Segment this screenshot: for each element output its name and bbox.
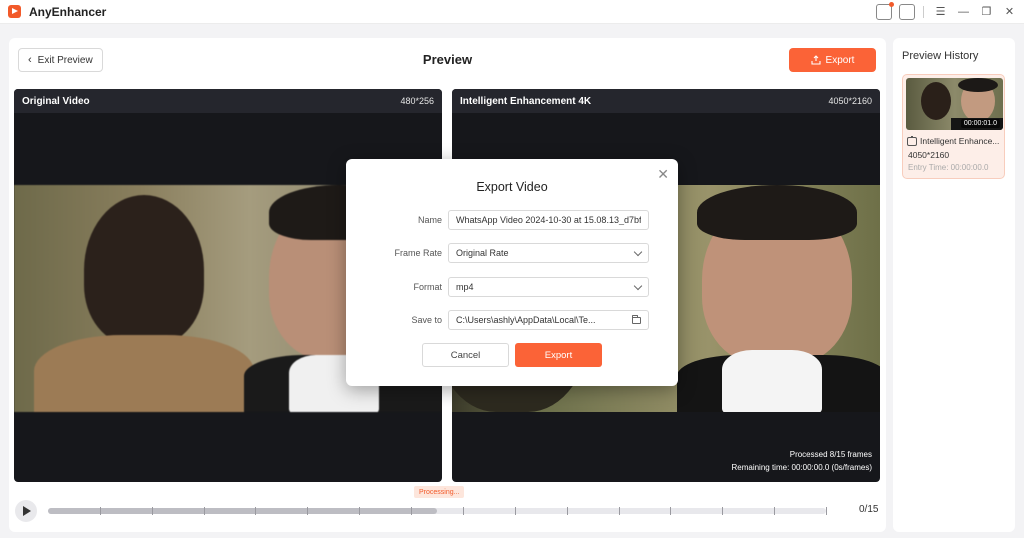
feedback-icon: [875, 1, 894, 20]
history-item-resolution: 4050*2160: [908, 150, 950, 160]
feedback-button[interactable]: [875, 1, 894, 20]
timeline-tick: [515, 507, 516, 515]
history-item[interactable]: 00:00:01.0 Intelligent Enhance... 4050*2…: [902, 74, 1005, 179]
save-to-value: C:\Users\ashly\AppData\Local\Te...: [456, 315, 596, 325]
processing-info: Processed 8/15 frames Remaining time: 00…: [731, 448, 872, 474]
enhanced-video-resolution: 4050*2160: [828, 96, 872, 106]
app-name: AnyEnhancer: [29, 4, 107, 19]
menu-icon: ☰: [935, 6, 946, 18]
user-icon: [898, 3, 915, 20]
remaining-time-text: Remaining time: 00:00:00.0 (0s/frames): [731, 463, 872, 472]
timeline-tick: [152, 507, 153, 515]
minimize-icon: —: [958, 5, 969, 18]
frame-rate-row: Frame Rate Original Rate: [346, 243, 678, 263]
enhanced-video-title: Intelligent Enhancement 4K: [460, 95, 592, 107]
save-to-label: Save to: [411, 315, 442, 325]
timeline-tick: [411, 507, 412, 515]
account-button[interactable]: [898, 3, 915, 20]
original-video-resolution: 480*256: [400, 96, 434, 106]
ai-robot-icon: [907, 136, 917, 146]
restore-button[interactable]: ❐: [978, 3, 995, 20]
window-controls: ☰ — ❐ ✕: [875, 1, 1018, 20]
save-to-input[interactable]: C:\Users\ashly\AppData\Local\Te...: [448, 310, 649, 330]
name-label: Name: [417, 215, 442, 225]
original-video-title: Original Video: [22, 95, 90, 107]
timeline-progress: [48, 508, 437, 514]
timeline-slider[interactable]: [48, 507, 827, 515]
preview-history-title: Preview History: [902, 50, 979, 62]
enhanced-video-header: Intelligent Enhancement 4K 4050*2160: [452, 89, 880, 113]
timeline-tick: [307, 507, 308, 515]
timeline-tick: [204, 507, 205, 515]
history-item-entry-time: Entry Time: 00:00:00.0: [908, 163, 989, 172]
export-icon: [810, 55, 821, 65]
original-video-header: Original Video 480*256: [14, 89, 442, 113]
save-to-row: Save to C:\Users\ashly\AppData\Local\Te.…: [346, 310, 678, 330]
close-icon: ✕: [1004, 6, 1015, 18]
timeline-tick: [463, 507, 464, 515]
timeline-tick: [359, 507, 360, 515]
dialog-export-button[interactable]: Export: [515, 343, 602, 367]
timeline-tick: [774, 507, 775, 515]
title-bar: AnyEnhancer ☰ — ❐ ✕: [0, 0, 1024, 24]
notification-dot: [888, 1, 894, 7]
name-input[interactable]: WhatsApp Video 2024-10-30 at 15.08.13_d7…: [448, 210, 649, 230]
frame-rate-value: Original Rate: [456, 248, 509, 258]
name-input-value: WhatsApp Video 2024-10-30 at 15.08.13_d7…: [456, 215, 641, 225]
timeline-tick: [255, 507, 256, 515]
frame-rate-label: Frame Rate: [394, 248, 442, 258]
close-button[interactable]: ✕: [1001, 3, 1018, 20]
format-label: Format: [413, 282, 442, 292]
export-label: Export: [825, 54, 855, 66]
history-thumbnail-time: 00:00:01.0: [960, 119, 1000, 128]
chevron-down-icon: [633, 281, 643, 290]
restore-icon: ❐: [981, 6, 992, 18]
app-logo-icon: [8, 5, 21, 18]
dialog-title: Export Video: [476, 180, 548, 194]
format-select[interactable]: mp4: [448, 277, 649, 297]
page-title: Preview: [422, 52, 473, 67]
minimize-button[interactable]: —: [955, 3, 972, 20]
timeline-tick: [722, 507, 723, 515]
history-item-name: Intelligent Enhance...: [920, 136, 1000, 146]
format-row: Format mp4: [346, 277, 678, 297]
frame-rate-select[interactable]: Original Rate: [448, 243, 649, 263]
menu-button[interactable]: ☰: [932, 3, 949, 20]
timeline-tick: [670, 507, 671, 515]
play-button[interactable]: [15, 500, 37, 522]
chevron-down-icon: [633, 247, 643, 256]
timeline-tick: [567, 507, 568, 515]
history-item-title-row: Intelligent Enhance...: [907, 136, 1003, 146]
cancel-button[interactable]: Cancel: [422, 343, 509, 367]
export-button[interactable]: Export: [789, 48, 876, 72]
format-value: mp4: [456, 282, 474, 292]
timeline-tick: [100, 507, 101, 515]
preview-history-panel: Preview History 00:00:01.0 Intelligent E…: [893, 38, 1015, 532]
processed-frames-text: Processed 8/15 frames: [789, 450, 872, 459]
timeline-tick: [826, 507, 827, 515]
export-video-dialog: ✕ Export Video Name WhatsApp Video 2024-…: [346, 159, 678, 386]
timeline-tick: [619, 507, 620, 515]
processing-tag: Processing...: [414, 486, 465, 498]
name-row: Name WhatsApp Video 2024-10-30 at 15.08.…: [346, 210, 678, 230]
history-thumbnail: 00:00:01.0: [906, 78, 1003, 130]
frame-counter: 0/15: [859, 504, 879, 515]
titlebar-divider: [923, 5, 924, 18]
folder-icon[interactable]: [632, 314, 641, 324]
